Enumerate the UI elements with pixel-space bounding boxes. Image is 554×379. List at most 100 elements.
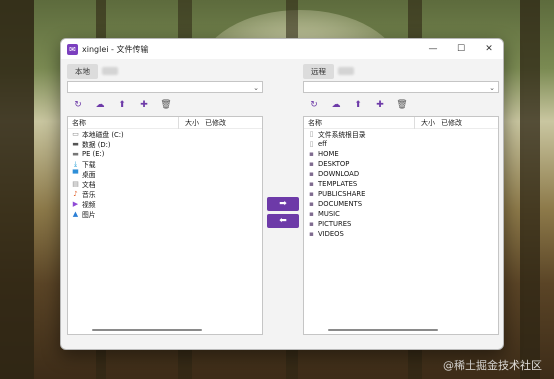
- chevron-down-icon: ⌄: [489, 84, 495, 92]
- list-item[interactable]: ▪ VIDEOS: [304, 229, 498, 239]
- maximize-button[interactable]: ☐: [447, 39, 475, 59]
- refresh-icon: ↻: [74, 100, 82, 110]
- remote-toolbar: ↻ ☁ ⬆ ✚ 🗑: [303, 98, 499, 112]
- tab-remote[interactable]: 远程: [303, 63, 334, 79]
- window-title: xinglei - 文件传输: [82, 44, 149, 54]
- list-item[interactable]: ▤ 文档: [68, 179, 262, 189]
- chevron-down-icon: ⌄: [253, 84, 259, 92]
- list-item-label: DOWNLOAD: [318, 170, 360, 178]
- list-item-label: HOME: [318, 150, 339, 158]
- delete-icon: 🗑: [160, 100, 172, 110]
- watermark: @稀土掘金技术社区: [443, 359, 542, 372]
- music-icon: ♪: [73, 190, 78, 198]
- desktop-icon: ▀: [72, 170, 79, 178]
- list-item-label: VIDEOS: [318, 230, 344, 238]
- new-folder-button[interactable]: ✚: [133, 100, 155, 110]
- list-item[interactable]: ▪ PICTURES: [304, 219, 498, 229]
- column-modified[interactable]: 已修改: [435, 118, 462, 128]
- local-panel: 本地 ⌄ ↻ ☁ ⬆ ✚ 🗑 名称 大小 已修改 ▭ 本地磁盘 (C:) ▬ 数据 (D:) ▬…: [67, 59, 263, 349]
- app-icon: ✉: [67, 43, 78, 55]
- folder-icon: ▪: [309, 230, 314, 238]
- list-item[interactable]: ▶ 视频: [68, 199, 262, 209]
- folder-up-icon: ⬆: [118, 100, 126, 110]
- list-item[interactable]: ▪ MUSIC: [304, 209, 498, 219]
- list-item-label: 文件系统根目录: [318, 131, 366, 139]
- list-item[interactable]: ▀ 桌面: [68, 169, 262, 179]
- new-folder-icon: ✚: [376, 100, 384, 110]
- delete-button[interactable]: 🗑: [155, 100, 177, 110]
- list-item[interactable]: ⤓ 下载: [68, 159, 262, 169]
- folder-icon: ▪: [309, 200, 314, 208]
- column-name[interactable]: 名称: [304, 118, 414, 128]
- tab-blurred: [102, 67, 118, 75]
- title-bar: ✉ xinglei - 文件传输 — ☐ ✕: [61, 39, 503, 59]
- list-item[interactable]: ▯ eff: [304, 139, 498, 149]
- folder-icon: ▪: [309, 150, 314, 158]
- cloud-download-button[interactable]: ☁: [89, 100, 111, 110]
- remote-path-select[interactable]: ⌄: [303, 81, 499, 93]
- folder-icon: ▪: [309, 210, 314, 218]
- cloud-download-button[interactable]: ☁: [325, 100, 347, 110]
- folder-up-icon: ⬆: [354, 100, 362, 110]
- column-size[interactable]: 大小: [179, 118, 199, 128]
- folder-icon: ▪: [309, 170, 314, 178]
- upload-button[interactable]: ➡: [267, 197, 299, 211]
- list-item-label: DOCUMENTS: [318, 200, 363, 208]
- folder-icon: ▪: [309, 180, 314, 188]
- list-item-label: 桌面: [82, 171, 96, 179]
- remote-file-list[interactable]: 名称 大小 已修改 ▯ 文件系统根目录 ▯ eff ▪ HOME ▪ DESKTOP ▪ DOWN…: [303, 116, 499, 335]
- list-item-label: 图片: [82, 211, 96, 219]
- list-item-label: 下载: [82, 161, 96, 169]
- list-item[interactable]: ▪ HOME: [304, 149, 498, 159]
- folder-up-button[interactable]: ⬆: [347, 100, 369, 110]
- refresh-icon: ↻: [310, 100, 318, 110]
- list-item[interactable]: ▪ DESKTOP: [304, 159, 498, 169]
- list-item[interactable]: ▬ 数据 (D:): [68, 139, 262, 149]
- list-item-label: 文档: [82, 181, 96, 189]
- column-name[interactable]: 名称: [68, 118, 178, 128]
- delete-button[interactable]: 🗑: [391, 100, 413, 110]
- list-item[interactable]: ▪ PUBLICSHARE: [304, 189, 498, 199]
- remote-items: ▯ 文件系统根目录 ▯ eff ▪ HOME ▪ DESKTOP ▪ DOWNLOAD ▪ TEMPL…: [304, 129, 498, 239]
- list-item-label: 本地磁盘 (C:): [82, 131, 124, 139]
- folder-up-button[interactable]: ⬆: [111, 100, 133, 110]
- new-folder-button[interactable]: ✚: [369, 100, 391, 110]
- list-item-label: PICTURES: [318, 220, 352, 228]
- list-item[interactable]: ▯ 文件系统根目录: [304, 129, 498, 139]
- list-item[interactable]: ▪ DOWNLOAD: [304, 169, 498, 179]
- list-item[interactable]: ▬ PE (E:): [68, 149, 262, 159]
- tab-local[interactable]: 本地: [67, 63, 98, 79]
- file-transfer-window: ✉ xinglei - 文件传输 — ☐ ✕ 本地 ⌄ ↻ ☁ ⬆ ✚ 🗑 名称 大小 …: [60, 38, 504, 350]
- local-items: ▭ 本地磁盘 (C:) ▬ 数据 (D:) ▬ PE (E:) ⤓ 下载 ▀ 桌面 ▤ 文档 ♪ 音乐 ▶ 视…: [68, 129, 262, 219]
- list-item-label: 数据 (D:): [82, 141, 111, 149]
- list-item-label: MUSIC: [318, 210, 340, 218]
- list-item[interactable]: ▪ DOCUMENTS: [304, 199, 498, 209]
- minimize-button[interactable]: —: [419, 39, 447, 59]
- download-button[interactable]: ⬅: [267, 214, 299, 228]
- list-item[interactable]: ♪ 音乐: [68, 189, 262, 199]
- local-toolbar: ↻ ☁ ⬆ ✚ 🗑: [67, 98, 263, 112]
- refresh-button[interactable]: ↻: [303, 100, 325, 110]
- list-item[interactable]: ▭ 本地磁盘 (C:): [68, 129, 262, 139]
- close-button[interactable]: ✕: [475, 39, 503, 59]
- list-item-label: DESKTOP: [318, 160, 350, 168]
- window-controls: — ☐ ✕: [419, 39, 503, 59]
- local-path-select[interactable]: ⌄: [67, 81, 263, 93]
- list-item[interactable]: ▲ 图片: [68, 209, 262, 219]
- drive-icon: ▬: [72, 150, 79, 158]
- list-item[interactable]: ▪ TEMPLATES: [304, 179, 498, 189]
- drive-icon: ▭: [72, 130, 79, 138]
- folder-icon: ▪: [309, 220, 314, 228]
- column-size[interactable]: 大小: [415, 118, 435, 128]
- list-item-label: eff: [318, 140, 327, 148]
- local-tab-row: 本地: [67, 63, 263, 79]
- folder-icon: ▪: [309, 190, 314, 198]
- video-icon: ▶: [72, 200, 79, 208]
- folder-icon: ▪: [309, 160, 314, 168]
- horizontal-scrollbar[interactable]: [328, 329, 438, 331]
- local-file-list[interactable]: 名称 大小 已修改 ▭ 本地磁盘 (C:) ▬ 数据 (D:) ▬ PE (E:) ⤓ 下载 ▀…: [67, 116, 263, 335]
- horizontal-scrollbar[interactable]: [92, 329, 202, 331]
- refresh-button[interactable]: ↻: [67, 100, 89, 110]
- list-item-label: 视频: [82, 201, 96, 209]
- column-modified[interactable]: 已修改: [199, 118, 226, 128]
